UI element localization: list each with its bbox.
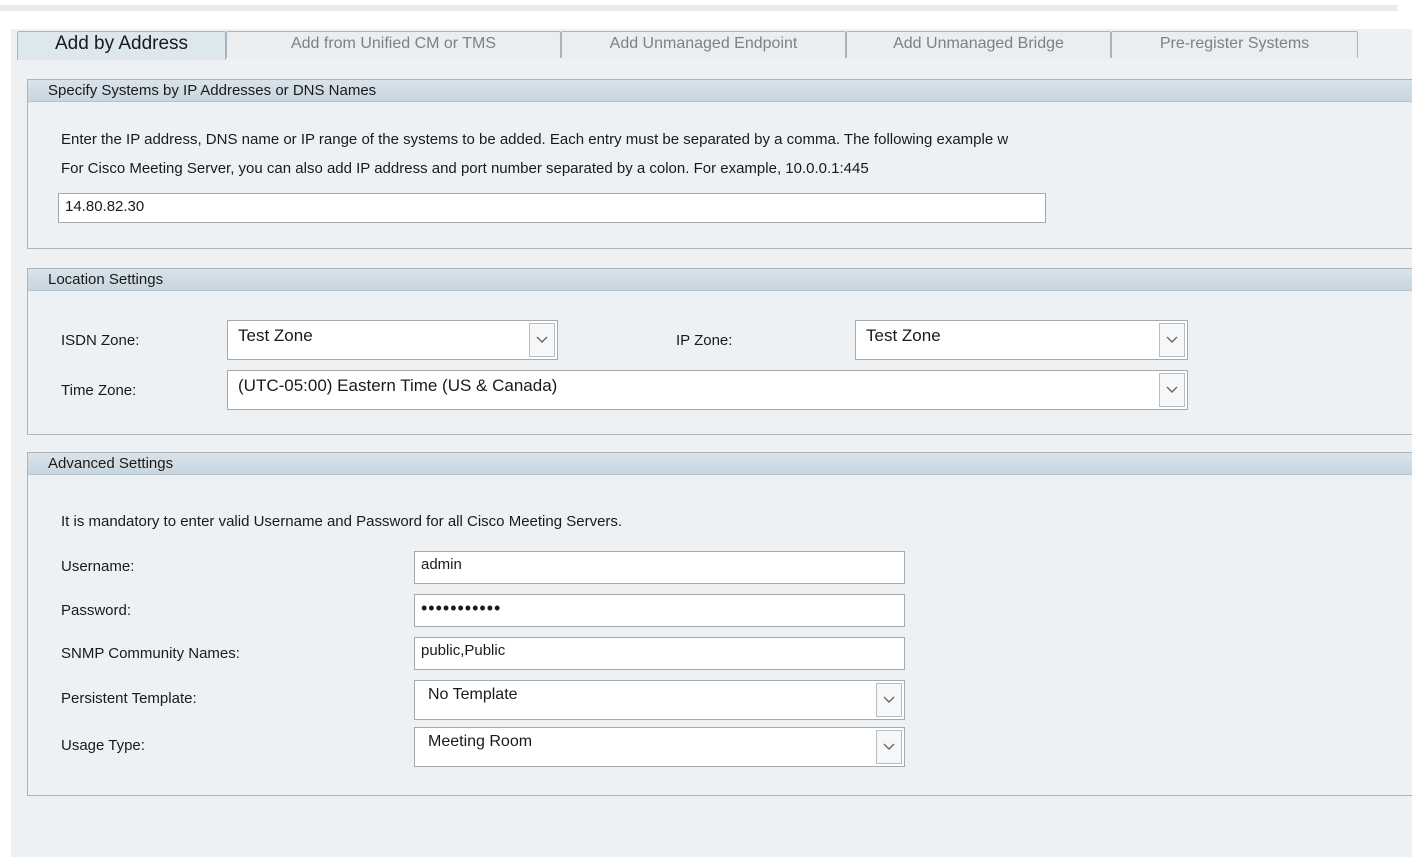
ip-zone-select[interactable]: Test Zone	[855, 320, 1188, 360]
username-label: Username:	[61, 558, 135, 575]
top-divider	[0, 5, 1398, 11]
time-zone-value: (UTC-05:00) Eastern Time (US & Canada)	[238, 376, 558, 395]
persistent-template-value: No Template	[428, 686, 518, 703]
usage-type-select[interactable]: Meeting Room	[414, 727, 905, 767]
ip-zone-label: IP Zone:	[676, 332, 733, 349]
isdn-zone-label: ISDN Zone:	[61, 332, 140, 349]
usage-type-label: Usage Type:	[61, 737, 145, 754]
username-input[interactable]: admin	[414, 551, 905, 584]
advanced-note: It is mandatory to enter valid Username …	[61, 513, 623, 530]
chevron-down-icon	[876, 683, 902, 717]
chevron-down-icon	[1159, 373, 1185, 407]
tab-add-by-address[interactable]: Add by Address	[17, 31, 226, 60]
snmp-community-names-label: SNMP Community Names:	[61, 645, 240, 662]
time-zone-label: Time Zone:	[61, 382, 137, 399]
specify-description-line1: Enter the IP address, DNS name or IP ran…	[61, 131, 1009, 148]
password-input[interactable]: •••••••••••	[414, 594, 905, 627]
tab-add-from-unified-cm-or-tms[interactable]: Add from Unified CM or TMS	[226, 31, 561, 58]
specify-systems-header: Specify Systems by IP Addresses or DNS N…	[28, 80, 1412, 102]
advanced-settings-header: Advanced Settings	[28, 453, 1412, 475]
time-zone-select[interactable]: (UTC-05:00) Eastern Time (US & Canada)	[227, 370, 1188, 410]
ip-zone-value: Test Zone	[866, 326, 941, 345]
snmp-community-names-input[interactable]: public,Public	[414, 637, 905, 670]
specify-description-line2: For Cisco Meeting Server, you can also a…	[61, 160, 869, 177]
location-settings-header: Location Settings	[28, 269, 1412, 291]
tab-add-unmanaged-bridge[interactable]: Add Unmanaged Bridge	[846, 31, 1111, 58]
chevron-down-icon	[529, 323, 555, 357]
isdn-zone-select[interactable]: Test Zone	[227, 320, 558, 360]
address-input[interactable]: 14.80.82.30	[58, 193, 1046, 223]
tab-add-unmanaged-endpoint[interactable]: Add Unmanaged Endpoint	[561, 31, 846, 58]
password-label: Password:	[61, 602, 132, 619]
isdn-zone-value: Test Zone	[238, 326, 313, 345]
chevron-down-icon	[1159, 323, 1185, 357]
usage-type-value: Meeting Room	[428, 733, 533, 750]
persistent-template-select[interactable]: No Template	[414, 680, 905, 720]
tab-pre-register-systems[interactable]: Pre-register Systems	[1111, 31, 1358, 58]
persistent-template-label: Persistent Template:	[61, 690, 197, 707]
chevron-down-icon	[876, 730, 902, 764]
